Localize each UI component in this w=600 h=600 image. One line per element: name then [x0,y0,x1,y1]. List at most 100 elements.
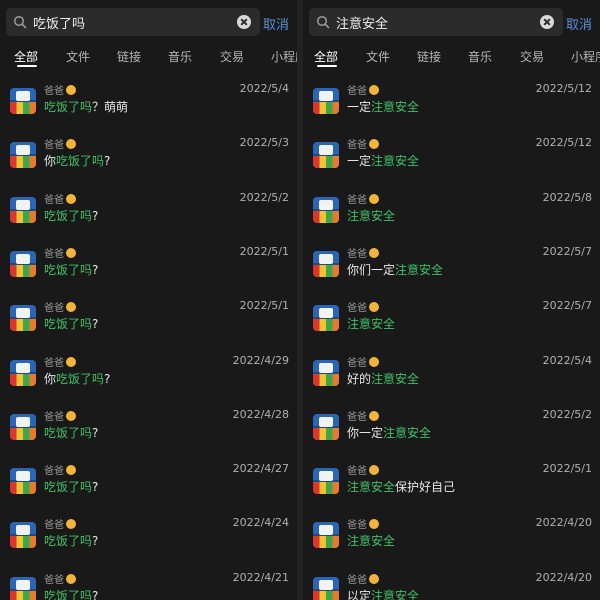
avatar [313,413,339,440]
sender-label: 爸爸 [44,194,64,206]
sender-label: 爸爸 [347,140,367,152]
search-result-item[interactable]: 爸爸 2022/5/7 你们一定注意安全 [303,241,600,295]
search-result-item[interactable]: 爸爸 2022/5/7 注意安全 [303,295,600,349]
tab-files[interactable]: 文件 [366,48,390,65]
tab-all[interactable]: 全部 [14,48,38,65]
sender-name: 爸爸 [44,299,76,314]
search-query: 吃饭了吗 [33,17,86,32]
smiling-face-icon [369,465,379,476]
search-result-item[interactable]: 爸爸 2022/5/4 吃饭了吗？萌萌 [0,78,297,132]
message-snippet: 你吃饭了吗? [44,370,110,387]
filter-tabs: 全部 文件 链接 音乐 交易 小程序 [303,38,600,68]
search-input[interactable]: 吃饭了吗 [6,8,260,36]
search-result-item[interactable]: 爸爸 2022/5/2 你一定注意安全 [303,404,600,458]
smiling-face-icon [369,85,379,95]
sender-label: 爸爸 [44,140,64,152]
tab-music[interactable]: 音乐 [468,48,492,65]
sender-name: 爸爸 [44,136,76,151]
search-result-item[interactable]: 爸爸 2022/5/12 一定注意安全 [303,132,600,186]
sender-label: 爸爸 [44,357,64,369]
search-input[interactable]: 注意安全 [309,8,563,36]
search-result-item[interactable]: 爸爸 2022/5/8 注意安全 [303,187,600,241]
clear-icon[interactable] [540,15,554,29]
cancel-button[interactable]: 取消 [566,14,592,33]
search-result-item[interactable]: 爸爸 2022/4/28 吃饭了吗? [0,404,297,458]
avatar-figure [16,145,30,156]
snippet-prefix: 好的 [347,371,372,386]
clear-icon[interactable] [237,15,251,29]
search-result-item[interactable]: 爸爸 2022/4/29 你吃饭了吗? [0,350,297,404]
search-result-item[interactable]: 爸爸 2022/5/12 一定注意安全 [303,78,600,132]
avatar [10,196,36,223]
search-result-item[interactable]: 爸爸 2022/4/20 注意安全 [303,512,600,566]
tab-mini-programs[interactable]: 小程序 [571,48,600,65]
avatar [10,413,36,440]
avatar-flowers [10,482,36,495]
tab-transactions[interactable]: 交易 [220,48,244,65]
message-snippet: 注意安全保护好自己 [347,478,455,495]
snippet-prefix: 你们一定 [347,262,396,277]
avatar [313,88,339,114]
tab-mini-programs[interactable]: 小程序 [271,48,297,65]
avatar-flowers [313,482,339,495]
avatar-figure [16,416,30,427]
search-result-item[interactable]: 爸爸 2022/4/24 吃饭了吗? [0,512,297,566]
avatar-figure [16,525,30,536]
filter-tabs: 全部 文件 链接 音乐 交易 小程序 [0,38,297,68]
avatar-flowers [10,536,36,549]
smiling-face-icon [66,139,76,150]
sender-name: 爸爸 [347,571,379,586]
message-snippet: 吃饭了吗? [44,315,98,332]
tab-files[interactable]: 文件 [66,48,90,65]
message-date: 2022/4/24 [232,516,289,530]
avatar-flowers [10,102,36,114]
tab-active-indicator [17,65,37,67]
search-result-item[interactable]: 爸爸 2022/5/4 好的注意安全 [303,350,600,404]
avatar [10,522,36,549]
smiling-face-icon [66,465,76,476]
search-result-item[interactable]: 爸爸 2022/4/21 吃饭了吗? [0,567,297,600]
tab-music[interactable]: 音乐 [168,48,192,65]
avatar [313,468,339,495]
sender-label: 爸爸 [44,574,64,586]
avatar-figure [16,579,30,590]
smiling-face-icon [369,410,379,421]
avatar-flowers [313,319,339,332]
search-result-item[interactable]: 爸爸 2022/5/1 吃饭了吗? [0,295,297,349]
snippet-suffix: ? [92,317,99,332]
search-result-item[interactable]: 爸爸 2022/4/20 以定注意安全 [303,567,600,600]
tab-links[interactable]: 链接 [417,48,441,65]
avatar [313,359,339,386]
snippet-suffix: ? [92,534,99,549]
search-result-item[interactable]: 爸爸 2022/5/2 吃饭了吗? [0,187,297,241]
sender-name: 爸爸 [44,408,76,423]
tab-links[interactable]: 链接 [117,48,141,65]
snippet-match: 注意安全 [347,208,396,223]
search-result-item[interactable]: 爸爸 2022/4/27 吃饭了吗? [0,458,297,512]
search-result-item[interactable]: 爸爸 2022/5/3 你吃饭了吗? [0,132,297,186]
cancel-button[interactable]: 取消 [263,14,289,33]
smiling-face-icon [369,519,379,530]
avatar [10,468,36,495]
tab-transactions[interactable]: 交易 [520,48,544,65]
tab-all[interactable]: 全部 [314,48,338,65]
smiling-face-icon [66,410,76,421]
snippet-match: 吃饭了吗 [44,262,93,277]
sender-name: 爸爸 [44,571,76,586]
avatar [313,196,339,223]
avatar [313,305,339,332]
sender-label: 爸爸 [347,520,367,532]
snippet-suffix: 保护好自己 [395,480,456,495]
snippet-prefix: 一定 [347,154,372,169]
sender-label: 爸爸 [44,86,64,97]
sender-label: 爸爸 [347,466,367,478]
search-result-item[interactable]: 爸爸 2022/5/1 注意安全保护好自己 [303,458,600,512]
avatar [313,522,339,549]
search-pane-left: 吃饭了吗 取消 全部 文件 链接 音乐 交易 小程序 爸爸 2022/5/4 吃饭了… [0,0,297,600]
snippet-match: 吃饭了吗 [44,317,93,332]
avatar-flowers [10,156,36,169]
avatar-flowers [313,210,339,223]
search-result-item[interactable]: 爸爸 2022/5/1 吃饭了吗? [0,241,297,295]
message-date: 2022/5/12 [535,136,592,150]
message-date: 2022/5/1 [542,462,592,476]
